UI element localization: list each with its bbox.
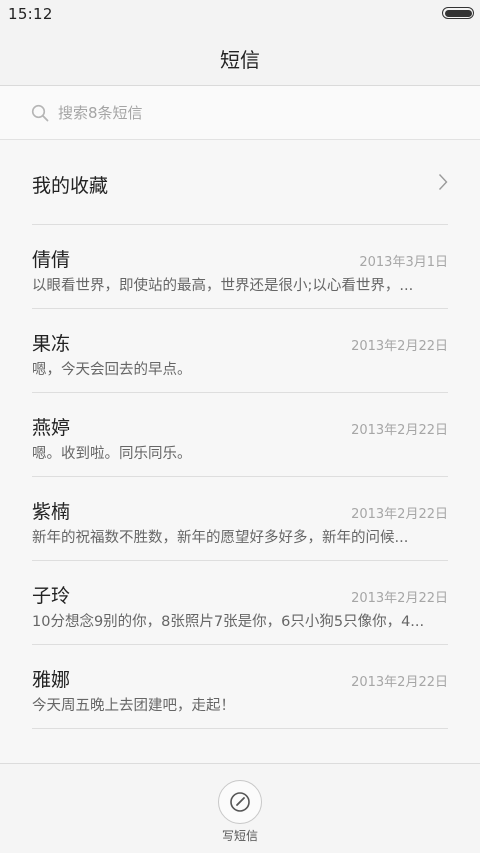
status-bar: 15:12 bbox=[0, 0, 480, 28]
conversation-item[interactable]: 紫楠 2013年2月22日 新年的祝福数不胜数，新年的愿望好多好多，新年的问候.… bbox=[32, 477, 448, 561]
search-input[interactable] bbox=[58, 100, 438, 126]
conversation-list: 我的收藏 倩倩 2013年3月1日 以眼看世界，即使站的最高，世界还是很小;以心… bbox=[0, 140, 480, 729]
conversation-item[interactable]: 燕婷 2013年2月22日 嗯。收到啦。同乐同乐。 bbox=[32, 393, 448, 477]
message-preview: 嗯。收到啦。同乐同乐。 bbox=[32, 446, 192, 462]
search-bar[interactable] bbox=[0, 86, 480, 140]
message-preview: 嗯，今天会回去的早点。 bbox=[32, 362, 192, 378]
bottom-toolbar: 写短信 bbox=[0, 763, 480, 853]
app-header: 短信 bbox=[0, 28, 480, 86]
message-preview: 新年的祝福数不胜数，新年的愿望好多好多，新年的问候... bbox=[32, 530, 409, 546]
chevron-right-icon bbox=[438, 174, 448, 190]
compose-icon bbox=[230, 792, 250, 812]
favorites-label: 我的收藏 bbox=[32, 175, 109, 197]
message-preview: 以眼看世界，即使站的最高，世界还是很小;以心看世界，... bbox=[32, 278, 414, 294]
conversation-item[interactable]: 果冻 2013年2月22日 嗯，今天会回去的早点。 bbox=[32, 309, 448, 393]
favorites-row[interactable]: 我的收藏 bbox=[32, 140, 448, 225]
contact-name: 雅娜 bbox=[32, 669, 71, 691]
conversation-item[interactable]: 倩倩 2013年3月1日 以眼看世界，即使站的最高，世界还是很小;以心看世界，.… bbox=[32, 225, 448, 309]
contact-name: 紫楠 bbox=[32, 501, 71, 523]
message-date: 2013年3月1日 bbox=[359, 255, 448, 270]
battery-level bbox=[444, 9, 472, 17]
contact-name: 倩倩 bbox=[32, 249, 71, 271]
search-icon bbox=[31, 104, 49, 122]
message-date: 2013年2月22日 bbox=[351, 339, 448, 354]
message-date: 2013年2月22日 bbox=[351, 423, 448, 438]
contact-name: 燕婷 bbox=[32, 417, 71, 439]
compose-button[interactable] bbox=[218, 780, 262, 824]
compose-label: 写短信 bbox=[221, 829, 258, 843]
message-date: 2013年2月22日 bbox=[351, 507, 448, 522]
conversation-item[interactable]: 子玲 2013年2月22日 10分想念9别的你，8张照片7张是你，6只小狗5只像… bbox=[32, 561, 448, 645]
contact-name: 果冻 bbox=[32, 333, 71, 355]
battery-icon bbox=[442, 7, 474, 19]
message-preview: 今天周五晚上去团建吧，走起！ bbox=[32, 698, 235, 714]
page-title: 短信 bbox=[220, 48, 260, 72]
conversation-item[interactable]: 雅娜 2013年2月22日 今天周五晚上去团建吧，走起！ bbox=[32, 645, 448, 729]
message-preview: 10分想念9别的你，8张照片7张是你，6只小狗5只像你，4... bbox=[32, 614, 425, 630]
contact-name: 子玲 bbox=[32, 585, 71, 607]
message-date: 2013年2月22日 bbox=[351, 675, 448, 690]
status-time: 15:12 bbox=[8, 5, 53, 23]
message-date: 2013年2月22日 bbox=[351, 591, 448, 606]
